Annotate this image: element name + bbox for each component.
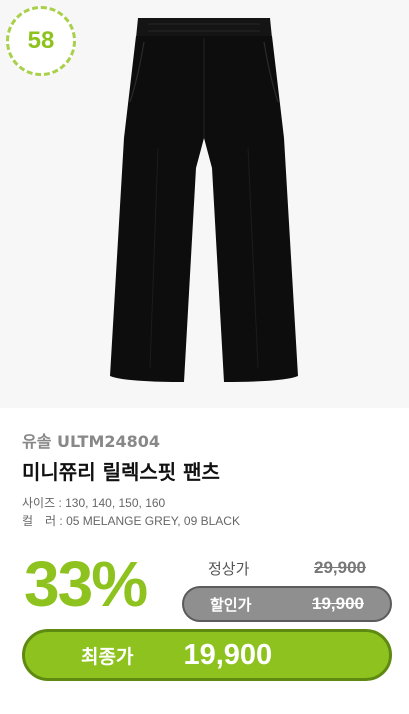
regular-price: 29,900 [314, 558, 366, 577]
final-price-label: 최종가 [81, 645, 134, 668]
product-photo-area: 58 [0, 0, 409, 408]
rank-number: 58 [27, 27, 55, 54]
discount-rate: 33% [24, 548, 148, 620]
final-price: 19,900 [183, 638, 273, 671]
sale-price-label: 할인가 [210, 595, 252, 614]
regular-price-label: 정상가 [208, 559, 250, 578]
final-price-bar: 최종가 19,900 [22, 629, 392, 681]
sale-price-pill: 할인가 19,900 [182, 586, 392, 622]
regular-price-row: 정상가 29,900 [182, 553, 392, 583]
product-code: 유솔 ULTM24804 [22, 432, 161, 451]
size-spec: 사이즈 : 130, 140, 150, 160 [22, 496, 166, 510]
product-name: 미니쮸리 릴렉스핏 팬츠 [22, 460, 220, 484]
black-pants-icon [110, 18, 298, 382]
color-spec: 컬 러 : 05 MELANGE GREY, 09 BLACK [22, 514, 240, 528]
sale-price: 19,900 [312, 594, 364, 613]
rank-badge: 58 [6, 6, 76, 76]
